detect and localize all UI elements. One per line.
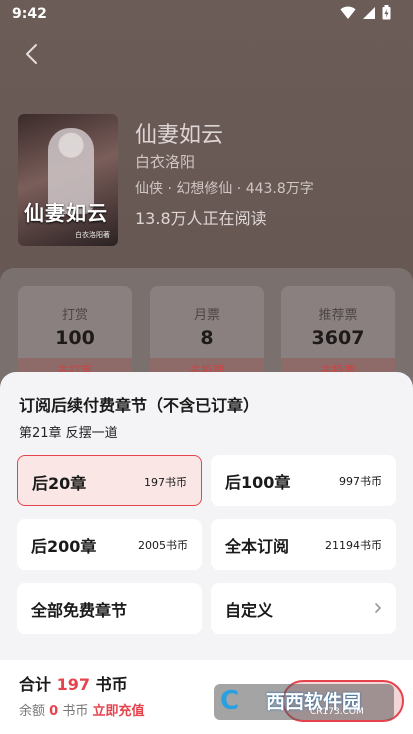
stat-label: 月票	[193, 308, 220, 323]
option-label: 自定义	[225, 601, 274, 620]
book-meta: 仙侠 · 幻想修仙 · 443.8万字	[135, 181, 314, 197]
signal-icon	[363, 6, 375, 19]
option-all-free-chapters[interactable]: 全部免费章节	[17, 583, 202, 634]
watermark-url: CR173.COM	[310, 707, 364, 717]
chevron-right-icon	[375, 603, 381, 613]
wifi-icon	[340, 6, 356, 19]
cover-author: 白衣洛阳著	[75, 231, 110, 239]
status-bar: 9:42	[0, 0, 413, 30]
option-label: 全本订阅	[225, 537, 290, 556]
option-label: 后20章	[32, 474, 87, 493]
total-unit: 书币	[95, 675, 128, 694]
total-value: 197	[56, 675, 90, 694]
recommend-ticket-card[interactable]: 推荐票 3607 去投票	[281, 286, 395, 378]
book-author[interactable]: 白衣洛阳	[135, 151, 195, 172]
sheet-title: 订阅后续付费章节（不含已订章）	[19, 396, 260, 415]
stat-label: 推荐票	[318, 308, 358, 323]
option-label: 后100章	[225, 473, 291, 492]
status-icons	[340, 5, 391, 20]
option-label: 后200章	[31, 537, 97, 556]
battery-icon	[382, 5, 391, 20]
recharge-link[interactable]: 立即充值	[93, 704, 145, 719]
option-next-20[interactable]: 后20章 197书币	[17, 455, 202, 506]
total-prefix: 合计	[19, 675, 52, 694]
book-cover[interactable]: 仙妻如云 白衣洛阳著	[18, 114, 118, 246]
option-next-100[interactable]: 后100章 997书币	[211, 455, 396, 506]
watermark-logo: C	[220, 686, 240, 716]
book-readers: 13.8万人正在阅读	[135, 209, 267, 228]
option-label: 全部免费章节	[31, 601, 128, 620]
reward-card[interactable]: 打赏 100 去打赏	[18, 286, 132, 378]
balance-prefix: 余额	[19, 704, 46, 719]
monthly-ticket-card[interactable]: 月票 8 去投票	[150, 286, 264, 378]
book-title: 仙妻如云	[135, 123, 224, 148]
current-chapter: 第21章 反摆一道	[19, 426, 118, 441]
option-full-book[interactable]: 全本订阅 21194书币	[211, 519, 396, 570]
stat-value: 8	[200, 327, 214, 349]
option-custom[interactable]: 自定义	[211, 583, 396, 634]
cover-title: 仙妻如云	[24, 201, 108, 225]
stat-value: 3607	[311, 327, 365, 349]
option-price: 997书币	[339, 475, 382, 488]
status-time: 9:42	[12, 6, 47, 22]
watermark: C 西西软件园 CR173.COM	[214, 684, 394, 720]
balance: 余额 0 书币 立即充值	[19, 700, 145, 719]
option-next-200[interactable]: 后200章 2005书币	[17, 519, 202, 570]
back-icon[interactable]	[18, 40, 46, 68]
option-price: 2005书币	[138, 539, 188, 552]
option-price: 21194书币	[325, 539, 382, 552]
balance-unit: 书币	[62, 704, 89, 719]
total-amount: 合计 197 书币	[19, 671, 128, 695]
stat-value: 100	[55, 327, 95, 349]
balance-value: 0	[49, 704, 59, 719]
option-price: 197书币	[144, 476, 187, 489]
stat-label: 打赏	[61, 308, 88, 323]
